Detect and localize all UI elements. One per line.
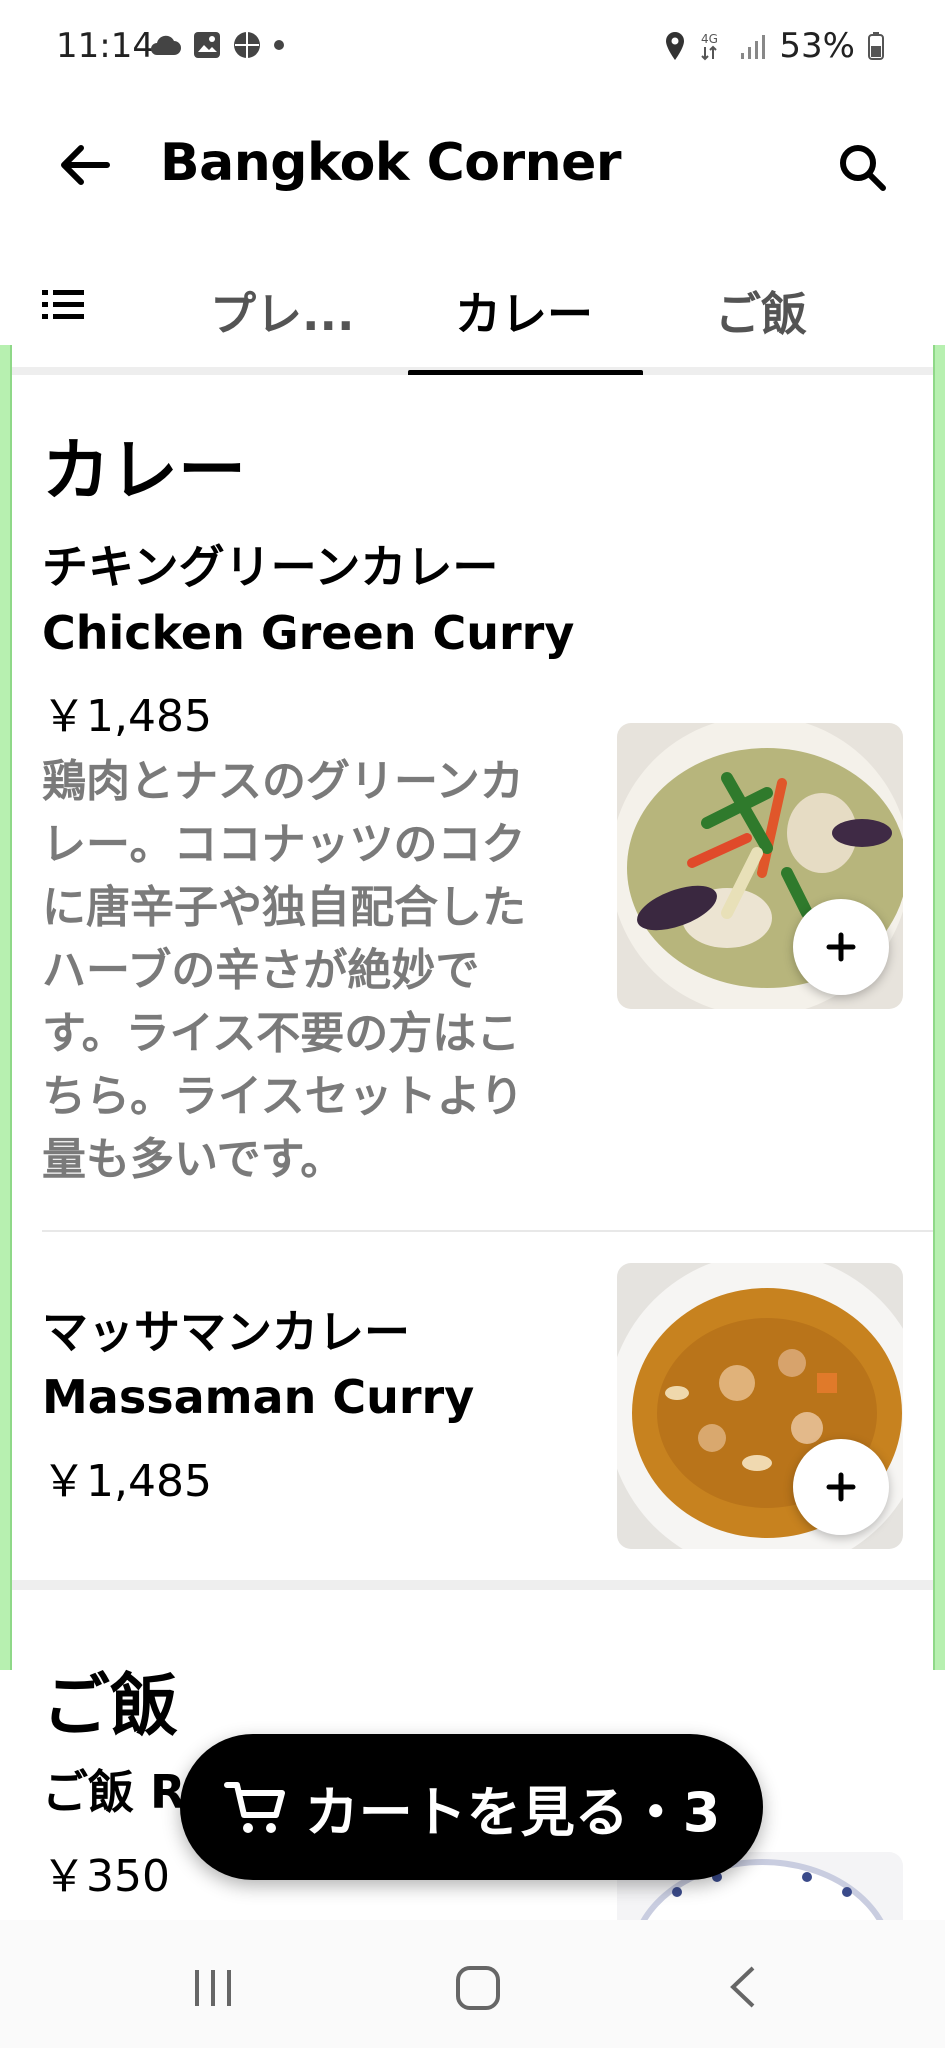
- system-icons: 4G 53%: [663, 26, 885, 66]
- item-price: ￥1,485: [42, 1456, 212, 1507]
- network-icon: 4G: [701, 32, 718, 61]
- section-title: カレー: [42, 432, 247, 511]
- section-curry: カレー チキングリーンカレー Chicken Green Curry ￥1,48…: [0, 375, 945, 1575]
- status-time: 11:14: [56, 26, 154, 66]
- item-name-en: Massaman Curry: [42, 1370, 475, 1424]
- svg-text:4G: 4G: [701, 32, 718, 46]
- image-icon: [194, 32, 220, 58]
- tab-rice[interactable]: ご飯: [715, 278, 807, 344]
- item-price: ￥350: [42, 1851, 170, 1902]
- back-arrow-icon[interactable]: [55, 140, 115, 190]
- cart-icon: [223, 1782, 285, 1833]
- status-bar: 11:14 4G 53%: [0, 0, 945, 95]
- scroll-edge-right: [933, 345, 945, 1670]
- item-photo[interactable]: [617, 1263, 903, 1549]
- battery-icon: [868, 32, 884, 60]
- cart-label: カートを見る・3: [304, 1780, 721, 1844]
- notification-icons: [148, 30, 286, 60]
- tab-premium[interactable]: プレ...: [210, 278, 354, 344]
- back-nav-icon[interactable]: [715, 1962, 775, 2012]
- plus-icon: [826, 1472, 856, 1502]
- signal-icon: [741, 35, 766, 59]
- section-title: ご飯: [42, 1667, 179, 1746]
- search-icon[interactable]: [835, 140, 890, 195]
- scroll-edge-left: [0, 345, 12, 1670]
- item-name-ja: チキングリーンカレー: [42, 540, 499, 594]
- store-title: Bangkok Corner: [160, 133, 622, 193]
- system-nav-bar: [0, 1920, 945, 2048]
- store-header: Bangkok Corner: [0, 95, 945, 235]
- dot-icon: [274, 40, 284, 50]
- home-icon[interactable]: [448, 1962, 508, 2012]
- add-to-cart-button[interactable]: [793, 899, 889, 995]
- view-cart-button[interactable]: カートを見る・3: [180, 1734, 763, 1880]
- item-description: 鶏肉とナスのグリーンカレー。ココナッツのコクに唐辛子や独自配合したハーブの辛さが…: [42, 756, 526, 1185]
- location-icon: [666, 32, 685, 60]
- plus-icon: [826, 932, 856, 962]
- section-divider: [0, 1580, 945, 1590]
- item-divider: [42, 1230, 945, 1232]
- item-price: ￥1,485: [42, 691, 212, 742]
- cloud-icon: [151, 35, 181, 55]
- add-to-cart-button[interactable]: [793, 1439, 889, 1535]
- category-list-icon[interactable]: [42, 288, 84, 322]
- battery-percent: 53%: [779, 26, 855, 66]
- item-name-en: Chicken Green Curry: [42, 606, 575, 660]
- item-photo[interactable]: [617, 723, 903, 1009]
- tab-curry[interactable]: カレー: [455, 278, 593, 344]
- item-name-ja: マッサマンカレー: [42, 1305, 410, 1359]
- ball-icon: [234, 32, 260, 58]
- category-tabs: プレ... カレー ご飯: [0, 240, 945, 379]
- recent-apps-icon[interactable]: [183, 1962, 243, 2012]
